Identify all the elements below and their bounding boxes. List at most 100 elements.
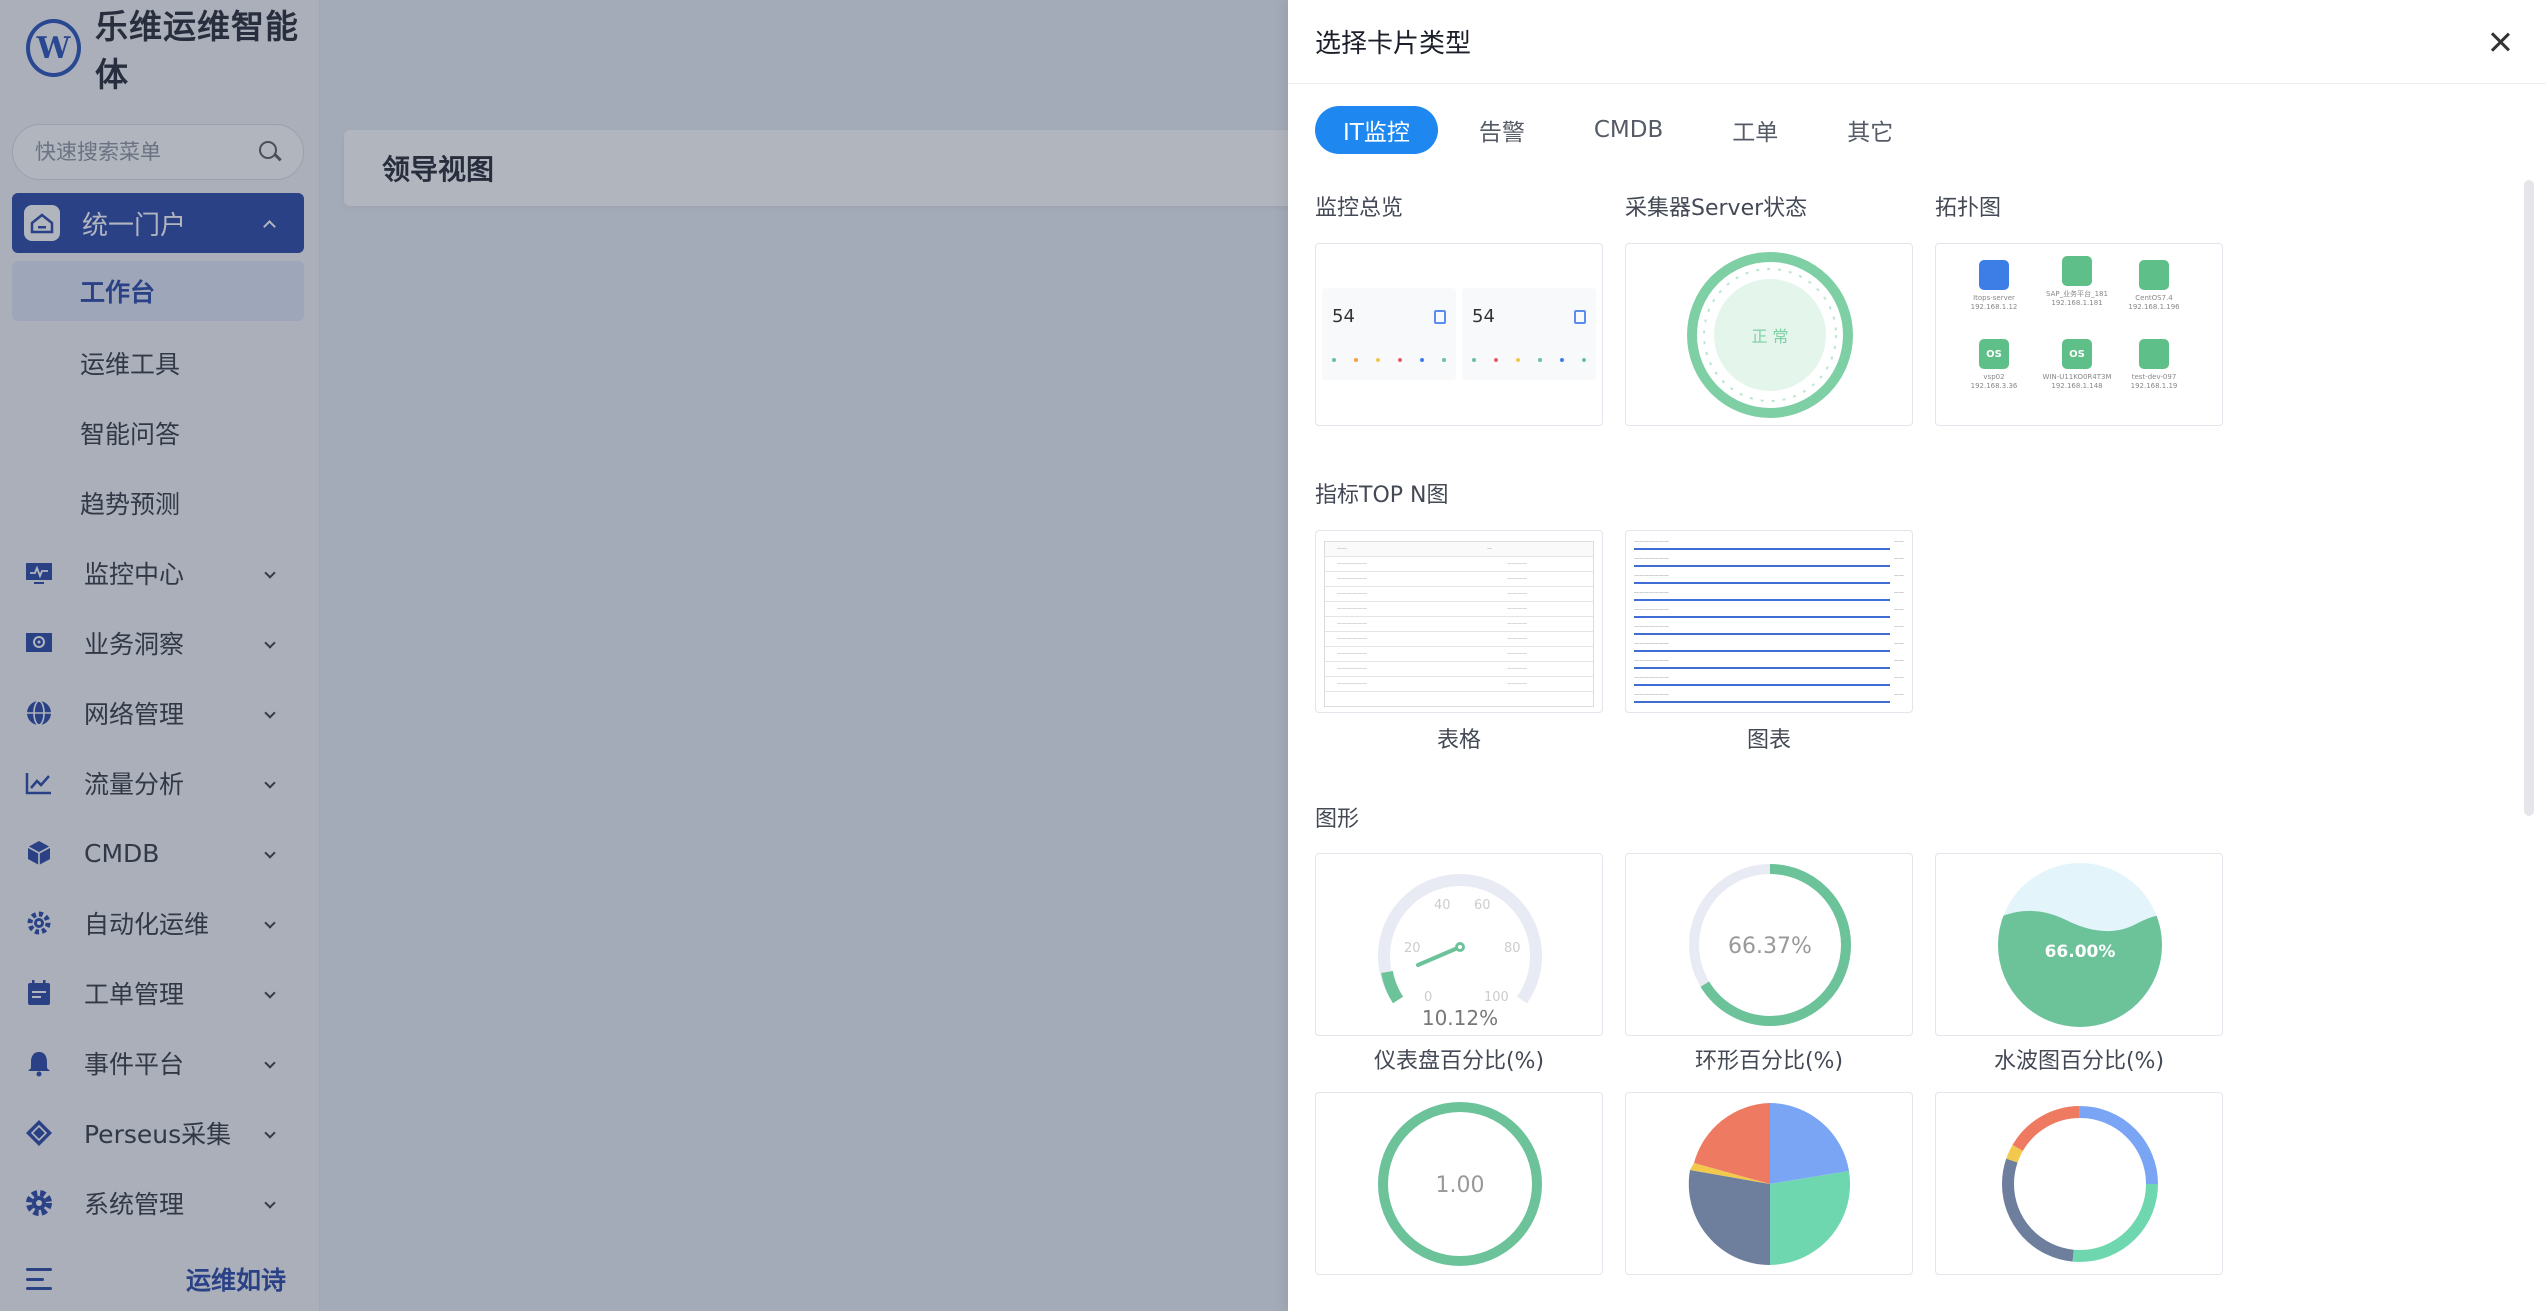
os-icon: OS bbox=[2062, 339, 2092, 369]
table-preview-row: —————— ———— bbox=[1325, 662, 1593, 677]
table-preview: —— — —————— ———— —————— ———— —————— ———— ———… bbox=[1324, 541, 1594, 707]
topo-node-name: Itops-server bbox=[1973, 294, 2015, 302]
overview-status-dots bbox=[1472, 358, 1586, 362]
card-type-drawer: 选择卡片类型 IT监控 告警 CMDB 工单 其它 监控总览 采集器Server… bbox=[1288, 0, 2546, 1311]
tab-other[interactable]: 其它 bbox=[1819, 106, 1921, 154]
drawer-title: 选择卡片类型 bbox=[1315, 29, 1472, 59]
section-title-shapes: 图形 bbox=[1315, 807, 1360, 832]
linux-icon bbox=[2139, 339, 2169, 369]
overview-status-dots bbox=[1332, 358, 1446, 362]
gauge-graphic: 0 20 40 60 80 100 10.12% bbox=[1378, 874, 1542, 1030]
card-caption-gauge: 仪表盘百分比(%) bbox=[1373, 1049, 1545, 1074]
collector-ring-graphic: 正 常 bbox=[1687, 252, 1853, 418]
bar-preview-row: ——————— —— bbox=[1634, 641, 1904, 658]
bar-preview-row: ——————— —— bbox=[1634, 658, 1904, 675]
gauge-value: 10.12% bbox=[1422, 1006, 1498, 1030]
table-preview-row: —————— ———— bbox=[1325, 617, 1593, 632]
device-icon bbox=[1434, 310, 1446, 324]
card-donut[interactable] bbox=[1935, 1092, 2223, 1275]
pie-graphic bbox=[1688, 1103, 1851, 1266]
gauge-tick-label: 60 bbox=[1474, 898, 1491, 913]
gauge-tick-label: 100 bbox=[1484, 990, 1509, 1005]
overview-panel: 54 bbox=[1462, 288, 1596, 380]
tab-cmdb[interactable]: CMDB bbox=[1566, 106, 1691, 154]
topo-node-ip: 192.168.3.36 bbox=[1970, 382, 2018, 390]
topo-node-name: SAP_业务平台_181 bbox=[2046, 290, 2108, 298]
table-preview-row: —————— ———— bbox=[1325, 632, 1593, 647]
section-title-topology: 拓扑图 bbox=[1935, 196, 2002, 221]
drawer-header: 选择卡片类型 bbox=[1288, 0, 2546, 84]
card-gauge[interactable]: 0 20 40 60 80 100 10.12% bbox=[1315, 853, 1603, 1036]
card-ring[interactable]: 66.37% bbox=[1625, 853, 1913, 1036]
topo-node-ip: 192.168.1.19 bbox=[2130, 382, 2178, 390]
drawer-tabs: IT监控 告警 CMDB 工单 其它 bbox=[1315, 106, 1934, 154]
bar-preview-row: ——————— —— bbox=[1634, 624, 1904, 641]
table-preview-row: —————— ———— bbox=[1325, 677, 1593, 692]
modal-overlay[interactable] bbox=[0, 0, 1288, 1311]
table-preview-row: —————— ———— bbox=[1325, 602, 1593, 617]
topo-node-ip: 192.168.1.196 bbox=[2128, 303, 2180, 311]
bar-preview-row: ——————— —— bbox=[1634, 573, 1904, 590]
topo-node-ip: 192.168.1.148 bbox=[2051, 382, 2103, 390]
overview-value: 54 bbox=[1332, 306, 1355, 327]
topo-node-name: WIN-U11KO0R4T3M bbox=[2042, 373, 2112, 381]
section-title-collector: 采集器Server状态 bbox=[1625, 196, 1808, 221]
linux-icon bbox=[2139, 260, 2169, 290]
wave-value: 66.00% bbox=[2045, 942, 2116, 962]
bar-preview-row: ——————— —— bbox=[1634, 607, 1904, 624]
circle-graphic: 1.00 bbox=[1378, 1102, 1542, 1266]
topo-node-ip: 192.168.1.181 bbox=[2051, 299, 2103, 307]
gauge-tick-label: 0 bbox=[1424, 990, 1432, 1005]
topo-node-name: CentOS7.4 bbox=[2135, 294, 2173, 302]
tab-alarm[interactable]: 告警 bbox=[1451, 106, 1553, 154]
collector-status-text: 正 常 bbox=[1751, 327, 1788, 346]
topo-node: Itops-server 192.168.1.12 bbox=[1959, 260, 2029, 312]
card-circle[interactable]: 1.00 bbox=[1315, 1092, 1603, 1275]
os-icon: OS bbox=[1979, 339, 2009, 369]
topo-node: SAP_业务平台_181 192.168.1.181 bbox=[2042, 256, 2112, 308]
card-caption-wave: 水波图百分比(%) bbox=[1993, 1049, 2165, 1074]
tab-it-monitor[interactable]: IT监控 bbox=[1315, 106, 1438, 154]
topo-node: CentOS7.4 192.168.1.196 bbox=[2119, 260, 2189, 312]
bar-preview-row: ——————— —— bbox=[1634, 539, 1904, 556]
topo-node: OS vsp02 192.168.3.36 bbox=[1959, 339, 2029, 391]
overview-panel: 54 bbox=[1322, 288, 1456, 380]
card-caption-chart: 图表 bbox=[1746, 728, 1791, 753]
topo-node: OS WIN-U11KO0R4T3M 192.168.1.148 bbox=[2042, 339, 2112, 391]
ring-graphic: 66.37% bbox=[1689, 864, 1851, 1026]
bar-preview-row: ——————— —— bbox=[1634, 556, 1904, 573]
table-preview-row: —————— ———— bbox=[1325, 557, 1593, 572]
donut-graphic bbox=[2002, 1106, 2158, 1262]
topo-node-name: test-dev-097 bbox=[2131, 373, 2177, 381]
ring-value: 66.37% bbox=[1728, 934, 1812, 959]
table-preview-header: —— — bbox=[1325, 542, 1593, 557]
bar-preview-row: ——————— —— bbox=[1634, 692, 1904, 709]
wave-graphic: 66.00% bbox=[1998, 863, 2162, 1027]
bar-preview-row: ——————— —— bbox=[1634, 675, 1904, 692]
tab-ticket[interactable]: 工单 bbox=[1704, 106, 1806, 154]
drawer-scrollbar[interactable] bbox=[2524, 180, 2534, 816]
gauge-tick-label: 20 bbox=[1404, 941, 1421, 956]
bar-preview-row: ——————— —— bbox=[1634, 590, 1904, 607]
linux-icon bbox=[2062, 256, 2092, 286]
card-monitor-overview[interactable]: 54 54 bbox=[1315, 243, 1603, 426]
card-caption-ring: 环形百分比(%) bbox=[1694, 1049, 1844, 1074]
close-icon[interactable] bbox=[2488, 30, 2512, 54]
card-topology[interactable]: Itops-server 192.168.1.12 SAP_业务平台_181 192… bbox=[1935, 243, 2223, 426]
gauge-tick-label: 80 bbox=[1504, 941, 1521, 956]
card-wave[interactable]: 66.00% bbox=[1935, 853, 2223, 1036]
topo-node: test-dev-097 192.168.1.19 bbox=[2119, 339, 2189, 391]
table-preview-row: —————— ———— bbox=[1325, 587, 1593, 602]
topo-node-name: vsp02 bbox=[1983, 373, 2005, 381]
overview-value: 54 bbox=[1472, 306, 1495, 327]
table-preview-row: —————— ———— bbox=[1325, 647, 1593, 662]
topo-node-ip: 192.168.1.12 bbox=[1970, 303, 2018, 311]
card-collector-status[interactable]: 正 常 bbox=[1625, 243, 1913, 426]
gauge-tick-label: 40 bbox=[1434, 898, 1451, 913]
card-topn-table[interactable]: —— — —————— ———— —————— ———— —————— ———— ———… bbox=[1315, 530, 1603, 713]
card-pie[interactable] bbox=[1625, 1092, 1913, 1275]
table-preview-row: —————— ———— bbox=[1325, 572, 1593, 587]
circle-value: 1.00 bbox=[1436, 1173, 1485, 1198]
card-topn-chart[interactable]: ——————— —— ——————— —— ——————— —— ——————— —— … bbox=[1625, 530, 1913, 713]
device-icon bbox=[1574, 310, 1586, 324]
